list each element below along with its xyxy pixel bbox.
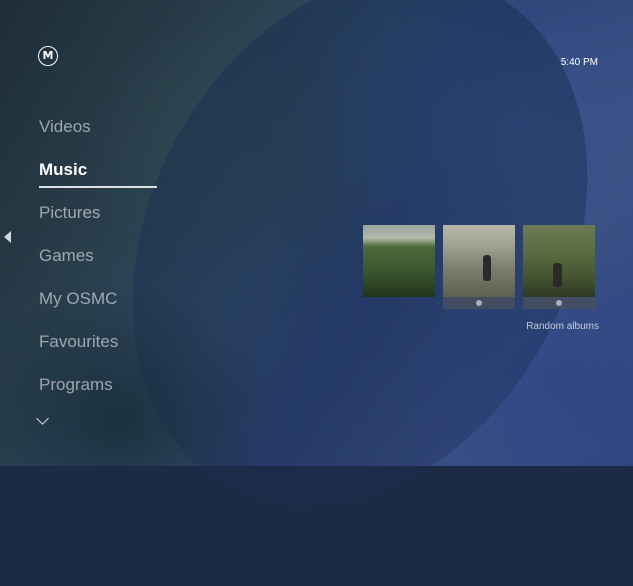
dot-icon [556, 300, 562, 306]
menu-item-favourites[interactable]: Favourites [39, 328, 118, 371]
album-art [443, 225, 515, 297]
album-info-bar [443, 297, 515, 309]
dot-icon [476, 300, 482, 306]
menu-item-pictures[interactable]: Pictures [39, 199, 118, 242]
clock: 5:40 PM [560, 57, 598, 68]
active-item-underline [39, 186, 157, 188]
album-thumbnail[interactable] [363, 225, 435, 297]
left-arrow-icon[interactable] [4, 231, 11, 243]
menu-item-videos[interactable]: Videos [39, 113, 118, 156]
main-menu: Videos Music Pictures Games My OSMC Favo… [39, 113, 118, 414]
album-art [363, 225, 435, 297]
osmc-logo-icon: M [38, 46, 58, 66]
album-thumbnail[interactable] [523, 225, 595, 309]
menu-item-programs[interactable]: Programs [39, 371, 118, 414]
album-thumbnail[interactable] [443, 225, 515, 309]
menu-item-games[interactable]: Games [39, 242, 118, 285]
random-albums-label: Random albums [526, 321, 599, 332]
album-info-bar [523, 297, 595, 309]
menu-item-music[interactable]: Music [39, 156, 118, 199]
album-art [523, 225, 595, 297]
menu-item-my-osmc[interactable]: My OSMC [39, 285, 118, 328]
